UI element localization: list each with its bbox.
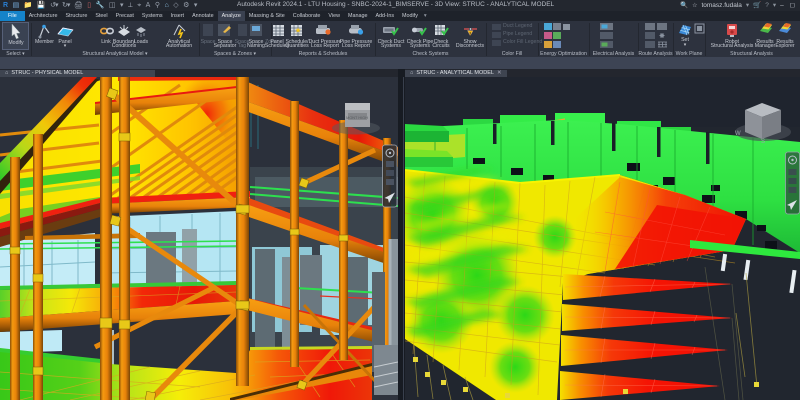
- svg-text:MONT HIGH: MONT HIGH: [346, 116, 368, 120]
- svg-text:W: W: [735, 131, 741, 137]
- svg-text:S: S: [761, 139, 765, 145]
- svg-text:!: !: [469, 32, 471, 38]
